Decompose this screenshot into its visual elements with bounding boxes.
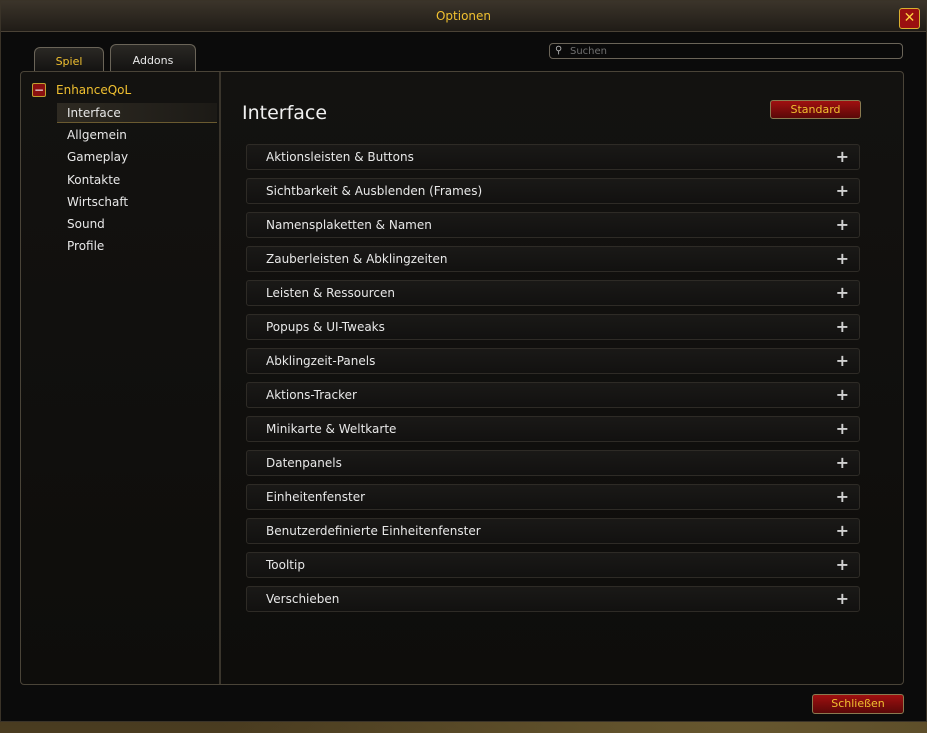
section-label: Popups & UI-Tweaks: [266, 320, 385, 334]
section-label: Zauberleisten & Abklingzeiten: [266, 252, 448, 266]
section-header[interactable]: Benutzerdefinierte Einheitenfenster +: [246, 518, 860, 544]
section-header[interactable]: Aktions-Tracker +: [246, 382, 860, 408]
sidebar-item-profile[interactable]: Profile: [57, 236, 217, 256]
section-label: Tooltip: [266, 558, 305, 572]
plus-icon[interactable]: +: [836, 215, 849, 234]
plus-icon[interactable]: +: [836, 351, 849, 370]
section-label: Sichtbarkeit & Ausblenden (Frames): [266, 184, 483, 198]
section-header[interactable]: Einheitenfenster +: [246, 484, 860, 510]
search-field[interactable]: ⚲: [549, 43, 903, 59]
section-header[interactable]: Zauberleisten & Abklingzeiten +: [246, 246, 860, 272]
plus-icon[interactable]: +: [836, 249, 849, 268]
sidebar-item-sound[interactable]: Sound: [57, 214, 217, 234]
tab-label: Spiel: [55, 55, 83, 68]
sidebar-item-interface[interactable]: Interface: [57, 103, 217, 123]
plus-icon[interactable]: +: [836, 521, 849, 540]
section-label: Einheitenfenster: [266, 490, 366, 504]
plus-icon[interactable]: +: [836, 453, 849, 472]
close-button[interactable]: Schließen: [812, 694, 904, 714]
tab-addons[interactable]: Addons: [110, 44, 196, 73]
section-label: Datenpanels: [266, 456, 342, 470]
close-icon[interactable]: ✕: [899, 8, 920, 29]
plus-icon[interactable]: +: [836, 555, 849, 574]
sidebar-root-label: EnhanceQoL: [56, 83, 132, 97]
tab-spiel[interactable]: Spiel: [34, 47, 104, 73]
section-label: Aktionsleisten & Buttons: [266, 150, 414, 164]
sidebar-item-allgemein[interactable]: Allgemein: [57, 125, 217, 145]
sidebar-item-wirtschaft[interactable]: Wirtschaft: [57, 192, 217, 212]
plus-icon[interactable]: +: [836, 385, 849, 404]
section-label: Benutzerdefinierte Einheitenfenster: [266, 524, 481, 538]
sidebar: − EnhanceQoL Interface Allgemein Gameplay K…: [21, 72, 221, 684]
section-header[interactable]: Verschieben +: [246, 586, 860, 612]
minus-icon[interactable]: −: [32, 83, 46, 97]
section-header[interactable]: Sichtbarkeit & Ausblenden (Frames) +: [246, 178, 860, 204]
plus-icon[interactable]: +: [836, 147, 849, 166]
section-label: Leisten & Ressourcen: [266, 286, 396, 300]
plus-icon[interactable]: +: [836, 419, 849, 438]
tab-label: Addons: [132, 54, 174, 67]
section-header[interactable]: Leisten & Ressourcen +: [246, 280, 860, 306]
section-header[interactable]: Namensplaketten & Namen +: [246, 212, 860, 238]
section-header[interactable]: Minikarte & Weltkarte +: [246, 416, 860, 442]
section-label: Minikarte & Weltkarte: [266, 422, 397, 436]
section-header[interactable]: Aktionsleisten & Buttons +: [246, 144, 860, 170]
page-title: Interface: [242, 102, 328, 124]
section-label: Aktions-Tracker: [266, 388, 357, 402]
options-window: Optionen ✕ Spiel Addons ⚲ − EnhanceQoL I…: [0, 0, 927, 722]
section-label: Namensplaketten & Namen: [266, 218, 432, 232]
sidebar-item-kontakte[interactable]: Kontakte: [57, 170, 217, 190]
main-panel: − EnhanceQoL Interface Allgemein Gameplay K…: [20, 71, 904, 685]
plus-icon[interactable]: +: [836, 317, 849, 336]
plus-icon[interactable]: +: [836, 589, 849, 608]
section-label: Abklingzeit-Panels: [266, 354, 376, 368]
section-header[interactable]: Tooltip +: [246, 552, 860, 578]
plus-icon[interactable]: +: [836, 283, 849, 302]
search-icon: ⚲: [555, 45, 563, 56]
plus-icon[interactable]: +: [836, 487, 849, 506]
window-title: Optionen: [435, 9, 492, 23]
title-bar[interactable]: Optionen ✕: [1, 1, 926, 32]
search-input[interactable]: [570, 44, 890, 58]
sidebar-item-gameplay[interactable]: Gameplay: [57, 147, 217, 167]
section-header[interactable]: Abklingzeit-Panels +: [246, 348, 860, 374]
section-header[interactable]: Datenpanels +: [246, 450, 860, 476]
section-label: Verschieben: [266, 592, 340, 606]
section-header[interactable]: Popups & UI-Tweaks +: [246, 314, 860, 340]
defaults-button[interactable]: Standard: [770, 100, 861, 119]
plus-icon[interactable]: +: [836, 181, 849, 200]
